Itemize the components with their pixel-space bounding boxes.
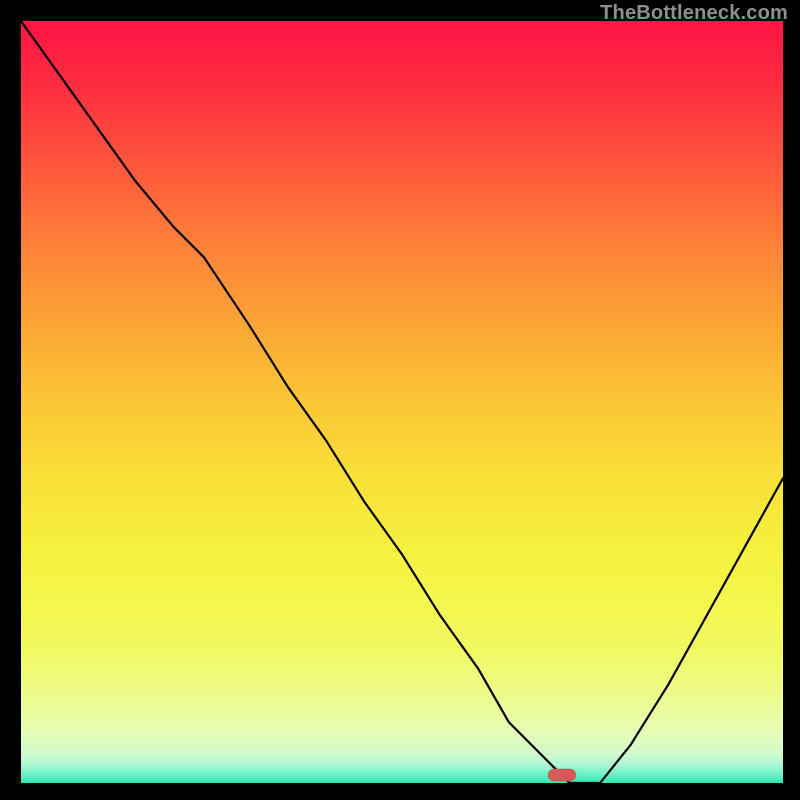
chart-frame: TheBottleneck.com bbox=[0, 0, 800, 800]
plot-area bbox=[21, 21, 783, 783]
chart-svg bbox=[21, 21, 783, 783]
bottleneck-curve bbox=[21, 21, 783, 783]
optimal-point-marker bbox=[548, 769, 576, 781]
